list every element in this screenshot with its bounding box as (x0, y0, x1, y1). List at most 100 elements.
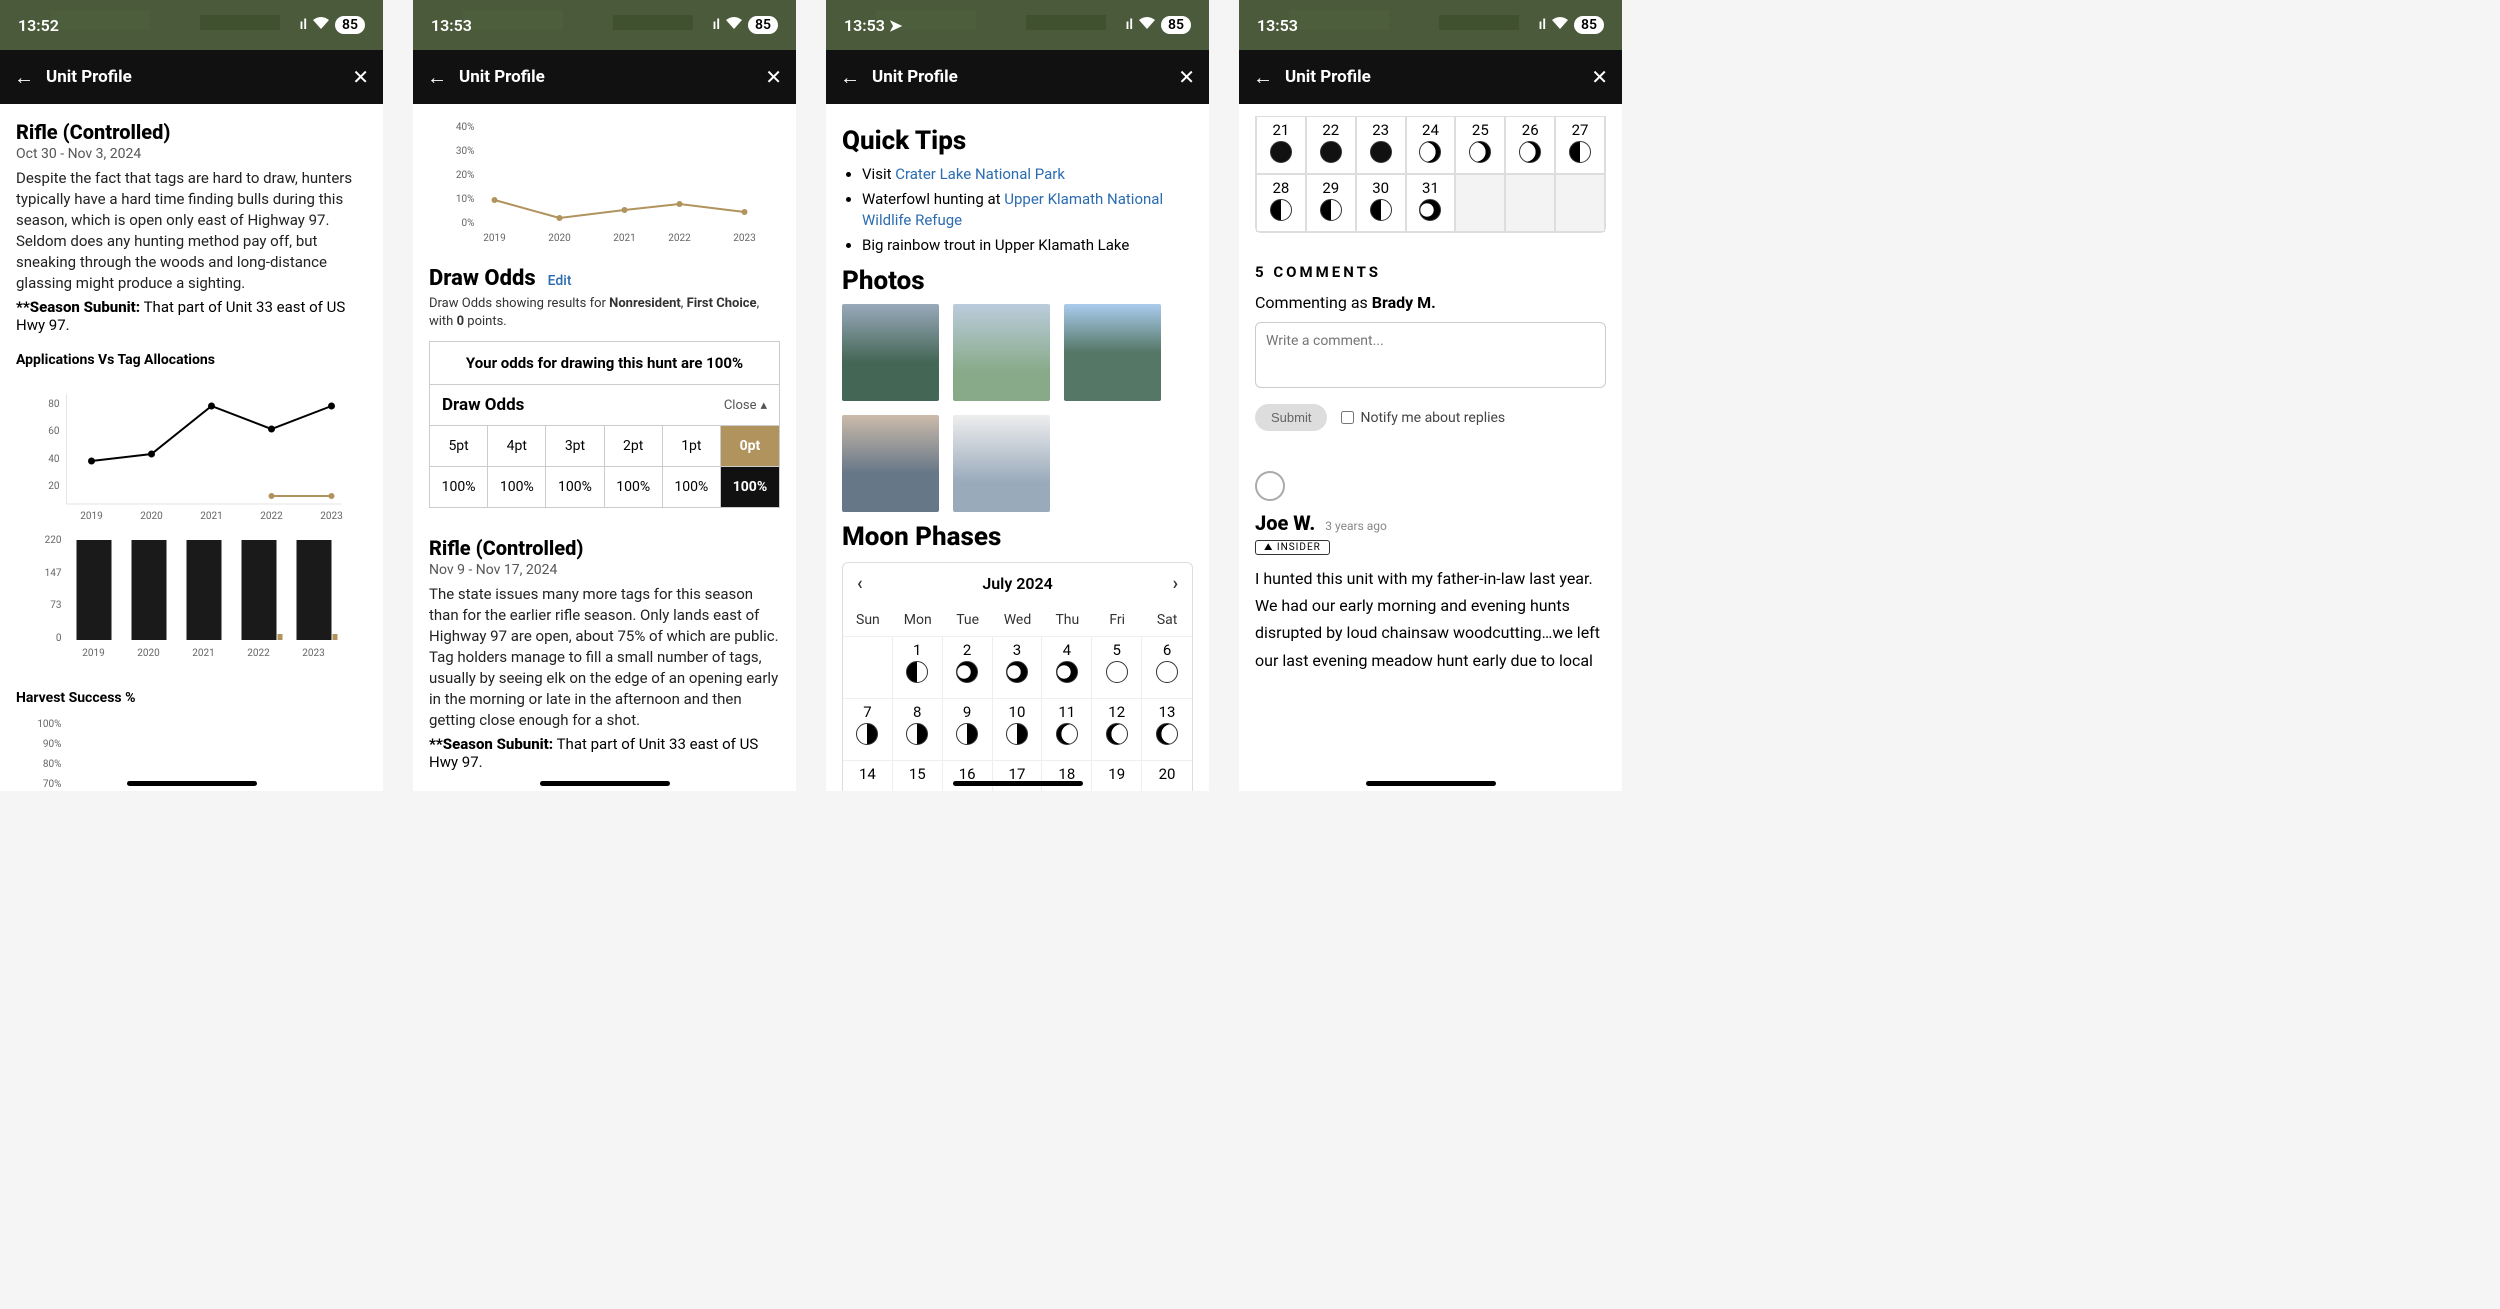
day-cell[interactable]: 3 (993, 636, 1043, 698)
signal-icon: ıl (1539, 17, 1546, 33)
day-cell[interactable]: 29 (1306, 174, 1356, 232)
day-cell[interactable]: 1 (893, 636, 943, 698)
notify-checkbox-input[interactable] (1341, 411, 1354, 424)
day-cell[interactable]: 25 (1455, 116, 1505, 174)
day-cell[interactable]: 18 (1042, 760, 1092, 791)
day-cell[interactable]: 21 (1256, 116, 1306, 174)
edit-link[interactable]: Edit (548, 273, 572, 289)
photo-thumb[interactable] (1064, 304, 1161, 401)
day-cell[interactable]: 14 (843, 760, 893, 791)
day-cell[interactable]: 17 (993, 760, 1043, 791)
day-cell[interactable]: 13 (1142, 698, 1192, 760)
close-icon[interactable]: ✕ (352, 65, 369, 89)
wifi-icon (1139, 17, 1155, 33)
day-cell[interactable]: 27 (1555, 116, 1605, 174)
pct-cell: 100% (604, 467, 662, 508)
season-subunit: **Season Subunit: That part of Unit 33 e… (16, 298, 367, 334)
comments-heading: 5 COMMENTS (1255, 263, 1606, 281)
svg-text:2021: 2021 (192, 648, 214, 659)
day-cell[interactable]: 9 (943, 698, 993, 760)
day-cell[interactable]: 24 (1406, 116, 1456, 174)
svg-text:147: 147 (45, 568, 62, 579)
day-cell[interactable]: 2 (943, 636, 993, 698)
next-month-icon[interactable]: › (1173, 573, 1178, 594)
day-cell[interactable]: 31 (1406, 174, 1456, 232)
submit-button[interactable]: Submit (1255, 404, 1327, 431)
back-icon[interactable]: ← (840, 65, 860, 90)
day-cell[interactable]: 20 (1142, 760, 1192, 791)
tip-link[interactable]: Crater Lake National Park (895, 165, 1065, 183)
day-cell[interactable]: 30 (1356, 174, 1406, 232)
day-cell[interactable]: 11 (1042, 698, 1092, 760)
commenting-as: Commenting as Brady M. (1255, 293, 1606, 312)
day-cell[interactable]: 10 (993, 698, 1043, 760)
status-bar: 13:53 ıl 85 (1239, 0, 1622, 50)
home-indicator[interactable] (953, 781, 1083, 786)
nav-bar: ← Unit Profile ✕ (0, 50, 383, 104)
odds-table-header[interactable]: Draw Odds Close ▴ (429, 384, 780, 425)
day-cell[interactable]: 7 (843, 698, 893, 760)
day-cell[interactable]: 16 (943, 760, 993, 791)
photo-thumb[interactable] (953, 304, 1050, 401)
pt-cell[interactable]: 3pt (546, 426, 604, 467)
svg-text:0: 0 (56, 633, 62, 644)
moon-phases-heading: Moon Phases (842, 522, 1193, 552)
back-icon[interactable]: ← (1253, 65, 1273, 90)
back-icon[interactable]: ← (14, 65, 34, 90)
pt-cell-active[interactable]: 0pt (720, 426, 779, 467)
day-cell[interactable]: 19 (1092, 760, 1142, 791)
photo-thumb[interactable] (842, 304, 939, 401)
svg-text:80%: 80% (43, 759, 62, 770)
pt-cell[interactable]: 2pt (604, 426, 662, 467)
day-cell[interactable]: 26 (1505, 116, 1555, 174)
tip-item: Big rainbow trout in Upper Klamath Lake (862, 235, 1193, 256)
screen-3: 13:53 ➤ ıl 85 ← Unit Profile ✕ Quick Tip… (826, 0, 1209, 791)
day-cell[interactable]: 5 (1092, 636, 1142, 698)
comment-input[interactable] (1255, 322, 1606, 388)
battery-level: 85 (1574, 16, 1604, 34)
notify-checkbox[interactable]: Notify me about replies (1341, 410, 1505, 426)
close-toggle[interactable]: Close ▴ (724, 398, 767, 413)
season-subunit-2: **Season Subunit: That part of Unit 33 e… (429, 735, 780, 771)
day-cell-empty (1555, 174, 1605, 232)
content-scroll[interactable]: 40%30%20%10%0% 20192020202120222023 Draw… (413, 104, 796, 791)
photo-thumb[interactable] (842, 415, 939, 512)
pt-cell[interactable]: 1pt (662, 426, 720, 467)
back-icon[interactable]: ← (427, 65, 447, 90)
home-indicator[interactable] (127, 781, 257, 786)
status-time: 13:53 ➤ (844, 16, 902, 35)
pt-cell[interactable]: 5pt (430, 426, 488, 467)
subunit-label: **Season Subunit: (429, 735, 553, 753)
close-icon[interactable]: ✕ (765, 65, 782, 89)
day-cell[interactable]: 15 (893, 760, 943, 791)
day-cell[interactable]: 28 (1256, 174, 1306, 232)
home-indicator[interactable] (1366, 781, 1496, 786)
svg-text:20: 20 (48, 481, 60, 492)
tip-item: Visit Crater Lake National Park (862, 164, 1193, 185)
close-icon[interactable]: ✕ (1591, 65, 1608, 89)
comment-body: I hunted this unit with my father-in-law… (1255, 565, 1606, 674)
day-cell[interactable]: 23 (1356, 116, 1406, 174)
pt-cell[interactable]: 4pt (488, 426, 546, 467)
day-cell[interactable]: 12 (1092, 698, 1142, 760)
svg-text:0%: 0% (462, 218, 475, 229)
content-scroll[interactable]: Rifle (Controlled) Oct 30 - Nov 3, 2024 … (0, 104, 383, 791)
photo-thumb[interactable] (953, 415, 1050, 512)
day-cell[interactable]: 22 (1306, 116, 1356, 174)
prev-month-icon[interactable]: ‹ (857, 573, 863, 594)
season-description: Despite the fact that tags are hard to d… (16, 168, 367, 294)
close-icon[interactable]: ✕ (1178, 65, 1195, 89)
chevron-up-icon: ▴ (760, 398, 767, 413)
svg-text:70%: 70% (43, 779, 62, 790)
content-scroll[interactable]: Quick Tips Visit Crater Lake National Pa… (826, 104, 1209, 791)
pct-cell: 100% (662, 467, 720, 508)
content-scroll[interactable]: 21 22 23 24 25 26 27 28 29 30 31 5 COMME… (1239, 104, 1622, 791)
day-cell[interactable]: 8 (893, 698, 943, 760)
day-cell[interactable]: 4 (1042, 636, 1092, 698)
day-cell[interactable]: 6 (1142, 636, 1192, 698)
day-cell-empty (1505, 174, 1555, 232)
home-indicator[interactable] (540, 781, 670, 786)
commenter-name[interactable]: Joe W. (1255, 511, 1315, 535)
odds-table-label: Draw Odds (442, 395, 524, 415)
apps-line-chart: 80 60 40 20 20192020202120222023 (16, 374, 367, 524)
